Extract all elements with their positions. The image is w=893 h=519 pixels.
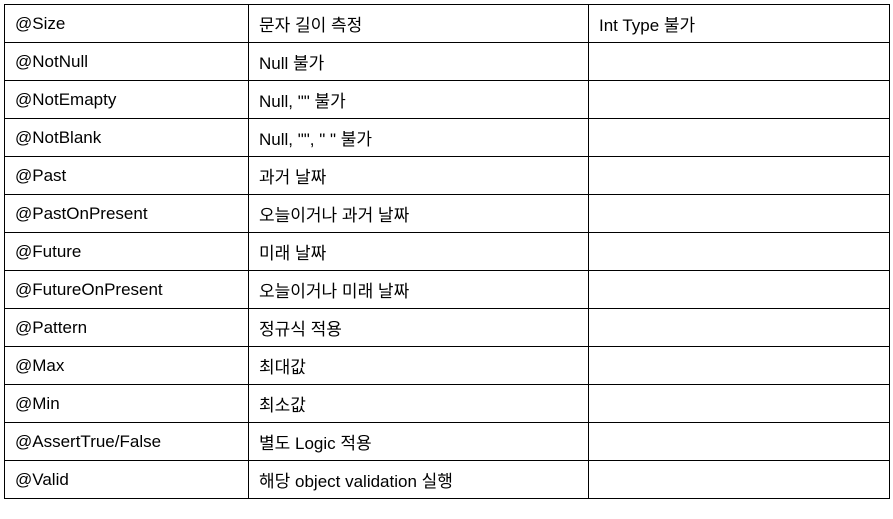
annotation-cell: @NotBlank [5,119,249,157]
table-row: @FutureOnPresent 오늘이거나 미래 날짜 [5,271,890,309]
annotation-cell: @Max [5,347,249,385]
note-cell [589,271,890,309]
annotation-cell: @Pattern [5,309,249,347]
table-row: @Max 최대값 [5,347,890,385]
description-cell: 문자 길이 측정 [249,5,589,43]
annotation-cell: @Future [5,233,249,271]
note-cell [589,309,890,347]
annotation-cell: @NotEmapty [5,81,249,119]
note-cell [589,157,890,195]
description-cell: 미래 날짜 [249,233,589,271]
annotation-cell: @Past [5,157,249,195]
validation-annotations-table: @Size 문자 길이 측정 Int Type 불가 @NotNull Null… [4,4,890,499]
annotation-cell: @Size [5,5,249,43]
table-row: @AssertTrue/False 별도 Logic 적용 [5,423,890,461]
description-cell: Null 불가 [249,43,589,81]
description-cell: Null, "", " " 불가 [249,119,589,157]
note-cell [589,233,890,271]
table-body: @Size 문자 길이 측정 Int Type 불가 @NotNull Null… [5,5,890,499]
description-cell: 최소값 [249,385,589,423]
note-cell [589,195,890,233]
annotation-cell: @FutureOnPresent [5,271,249,309]
table-row: @Size 문자 길이 측정 Int Type 불가 [5,5,890,43]
note-cell [589,423,890,461]
note-cell [589,461,890,499]
table-row: @NotEmapty Null, "" 불가 [5,81,890,119]
description-cell: 정규식 적용 [249,309,589,347]
annotation-cell: @Min [5,385,249,423]
table-row: @NotBlank Null, "", " " 불가 [5,119,890,157]
note-cell [589,347,890,385]
description-cell: 최대값 [249,347,589,385]
note-cell [589,385,890,423]
table-row: @Min 최소값 [5,385,890,423]
table-row: @Past 과거 날짜 [5,157,890,195]
table-row: @Future 미래 날짜 [5,233,890,271]
annotation-cell: @NotNull [5,43,249,81]
description-cell: 해당 object validation 실행 [249,461,589,499]
description-cell: 별도 Logic 적용 [249,423,589,461]
description-cell: 오늘이거나 과거 날짜 [249,195,589,233]
description-cell: 과거 날짜 [249,157,589,195]
annotation-cell: @PastOnPresent [5,195,249,233]
table-row: @PastOnPresent 오늘이거나 과거 날짜 [5,195,890,233]
description-cell: 오늘이거나 미래 날짜 [249,271,589,309]
note-cell [589,43,890,81]
note-cell [589,119,890,157]
annotation-cell: @Valid [5,461,249,499]
table-row: @NotNull Null 불가 [5,43,890,81]
table-row: @Valid 해당 object validation 실행 [5,461,890,499]
note-cell [589,81,890,119]
description-cell: Null, "" 불가 [249,81,589,119]
annotation-cell: @AssertTrue/False [5,423,249,461]
note-cell: Int Type 불가 [589,5,890,43]
table-row: @Pattern 정규식 적용 [5,309,890,347]
